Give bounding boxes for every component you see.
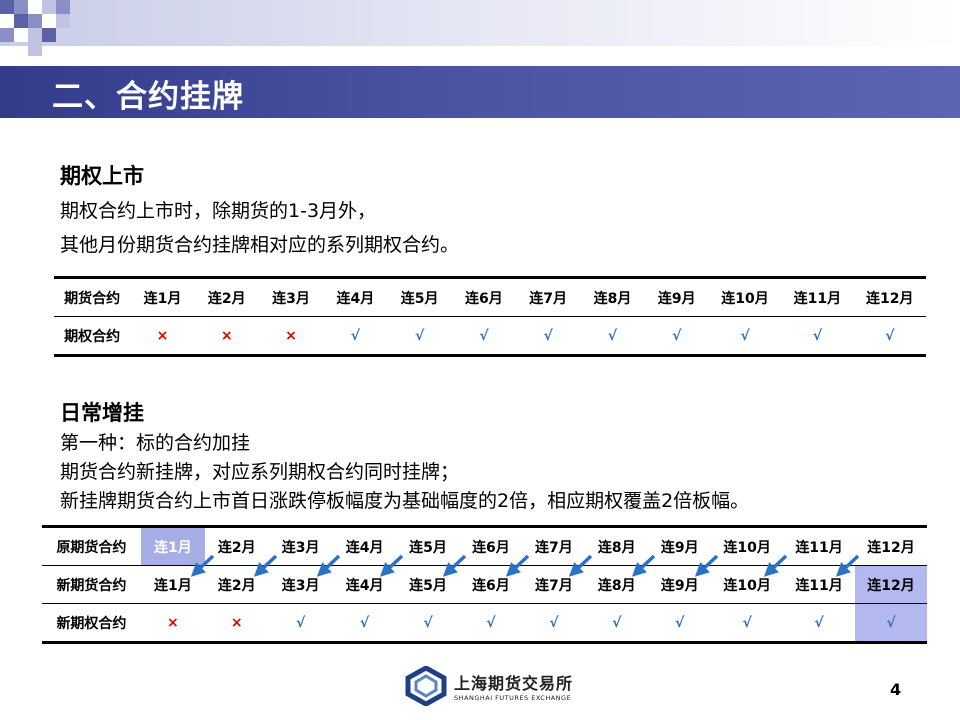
table-row: 期货合约 连1月 连2月 连3月 连4月 连5月 连6月 连7月 连8月 连9月… — [54, 278, 926, 317]
check-mark: √ — [396, 603, 460, 643]
section1-line-1: 期权合约上市时，除期货的1-3月外， — [60, 200, 377, 222]
title-bar: 二、合约挂牌 — [0, 66, 960, 118]
slide-title: 二、合约挂牌 — [52, 79, 244, 115]
month-cell: 连4月 — [336, 290, 375, 307]
month-cell: 连10月 — [711, 565, 784, 604]
month-cell: 连2月 — [217, 539, 256, 556]
row-label: 原期货合约 — [56, 539, 127, 556]
month-cell: 连5月 — [396, 565, 460, 604]
month-cell: 连7月 — [522, 565, 586, 604]
exchange-emblem-icon — [405, 666, 447, 706]
month-cell: 连8月 — [593, 290, 632, 307]
cross-mark: × — [194, 316, 259, 356]
month-cell: 连3月 — [268, 565, 333, 604]
month-cell: 连9月 — [648, 565, 712, 604]
month-cell: 连3月 — [272, 290, 310, 307]
option-listing-table: 期货合约 连1月 连2月 连3月 连4月 连5月 连6月 连7月 连8月 连9月… — [54, 276, 926, 357]
month-cell: 连1月 — [140, 565, 205, 604]
month-cell-highlighted: 连12月 — [855, 565, 927, 604]
section2-line-2: 期货合约新挂牌，对应系列期权合约同时挂牌； — [60, 461, 460, 483]
month-cell: 连6月 — [465, 290, 503, 307]
section2-heading: 日常增挂 — [60, 401, 144, 425]
section2-line-1: 第一种：标的合约加挂 — [60, 432, 251, 454]
month-cell: 连12月 — [867, 539, 915, 556]
month-cell: 连4月 — [345, 539, 384, 556]
check-mark: √ — [522, 603, 586, 643]
month-cell: 连2月 — [204, 565, 269, 604]
month-cell: 连7月 — [529, 290, 568, 307]
cross-mark: × — [204, 603, 269, 643]
month-cell-highlighted: 连1月 — [140, 526, 205, 566]
table-row: 期权合约 × × × √ √ √ √ √ √ √ √ √ — [54, 316, 926, 356]
check-mark: √ — [459, 603, 523, 643]
month-cell: 连10月 — [723, 539, 771, 556]
check-mark: √ — [451, 316, 517, 356]
table-row: 原期货合约 连1月 连2月 连3月 连4月 连5月 连6月 连7月 连8月 连9… — [42, 526, 927, 566]
row-label: 新期货合约 — [42, 565, 141, 604]
month-cell: 连1月 — [143, 290, 182, 307]
header-band — [0, 0, 960, 46]
check-mark: √ — [648, 603, 712, 643]
month-cell: 连5月 — [409, 539, 447, 556]
check-mark: √ — [516, 316, 581, 356]
check-mark: √ — [323, 316, 388, 356]
check-mark: √ — [580, 316, 645, 356]
check-mark: √ — [711, 603, 784, 643]
check-mark: √ — [855, 603, 927, 643]
page-number: 4 — [890, 680, 902, 699]
month-cell: 连6月 — [459, 565, 523, 604]
month-cell: 连9月 — [660, 539, 699, 556]
row-label: 新期权合约 — [42, 603, 141, 643]
cross-mark: × — [258, 316, 324, 356]
section2-line-3: 新挂牌期货合约上市首日涨跌停板幅度为基础幅度的2倍，相应期权覆盖2倍板幅。 — [60, 490, 750, 512]
row-label: 期货合约 — [64, 290, 121, 307]
check-mark: √ — [708, 316, 782, 356]
month-cell: 连3月 — [281, 539, 320, 556]
check-mark: √ — [387, 316, 452, 356]
month-cell: 连5月 — [400, 290, 439, 307]
check-mark: √ — [644, 316, 709, 356]
check-mark: √ — [268, 603, 333, 643]
section1-heading: 期权上市 — [60, 164, 144, 188]
cross-mark: × — [130, 316, 195, 356]
check-mark: √ — [853, 316, 926, 356]
table-row: 新期货合约 连1月 连2月 连3月 连4月 连5月 连6月 连7月 连8月 连9… — [42, 565, 927, 604]
section1-line-2: 其他月份期货合约挂牌相对应的系列期权合约。 — [60, 234, 460, 256]
daily-listing-table: 原期货合约 连1月 连2月 连3月 连4月 连5月 连6月 连7月 连8月 连9… — [42, 525, 927, 644]
month-cell: 连11月 — [795, 539, 843, 556]
logo-chinese-name: 上海期货交易所 — [454, 674, 574, 693]
check-mark: √ — [781, 316, 854, 356]
check-mark: √ — [332, 603, 397, 643]
row-label: 期权合约 — [54, 316, 131, 356]
month-cell: 连12月 — [866, 290, 914, 307]
month-cell: 连8月 — [597, 539, 636, 556]
month-cell: 连6月 — [472, 539, 510, 556]
logo-english-name: SHANGHAI FUTURES EXCHANGE — [454, 694, 572, 702]
month-cell: 连8月 — [585, 565, 649, 604]
month-cell: 连10月 — [721, 290, 769, 307]
month-cell: 连4月 — [332, 565, 397, 604]
check-mark: √ — [585, 603, 649, 643]
exchange-logo: 上海期货交易所 SHANGHAI FUTURES EXCHANGE — [404, 664, 584, 710]
check-mark: √ — [783, 603, 856, 643]
month-cell: 连11月 — [783, 565, 856, 604]
cross-mark: × — [140, 603, 205, 643]
month-cell: 连2月 — [207, 290, 246, 307]
table-row: 新期权合约 × × √ √ √ √ √ √ √ √ √ √ — [42, 603, 927, 643]
month-cell: 连11月 — [793, 290, 842, 307]
month-cell: 连9月 — [657, 290, 696, 307]
month-cell: 连7月 — [534, 539, 573, 556]
